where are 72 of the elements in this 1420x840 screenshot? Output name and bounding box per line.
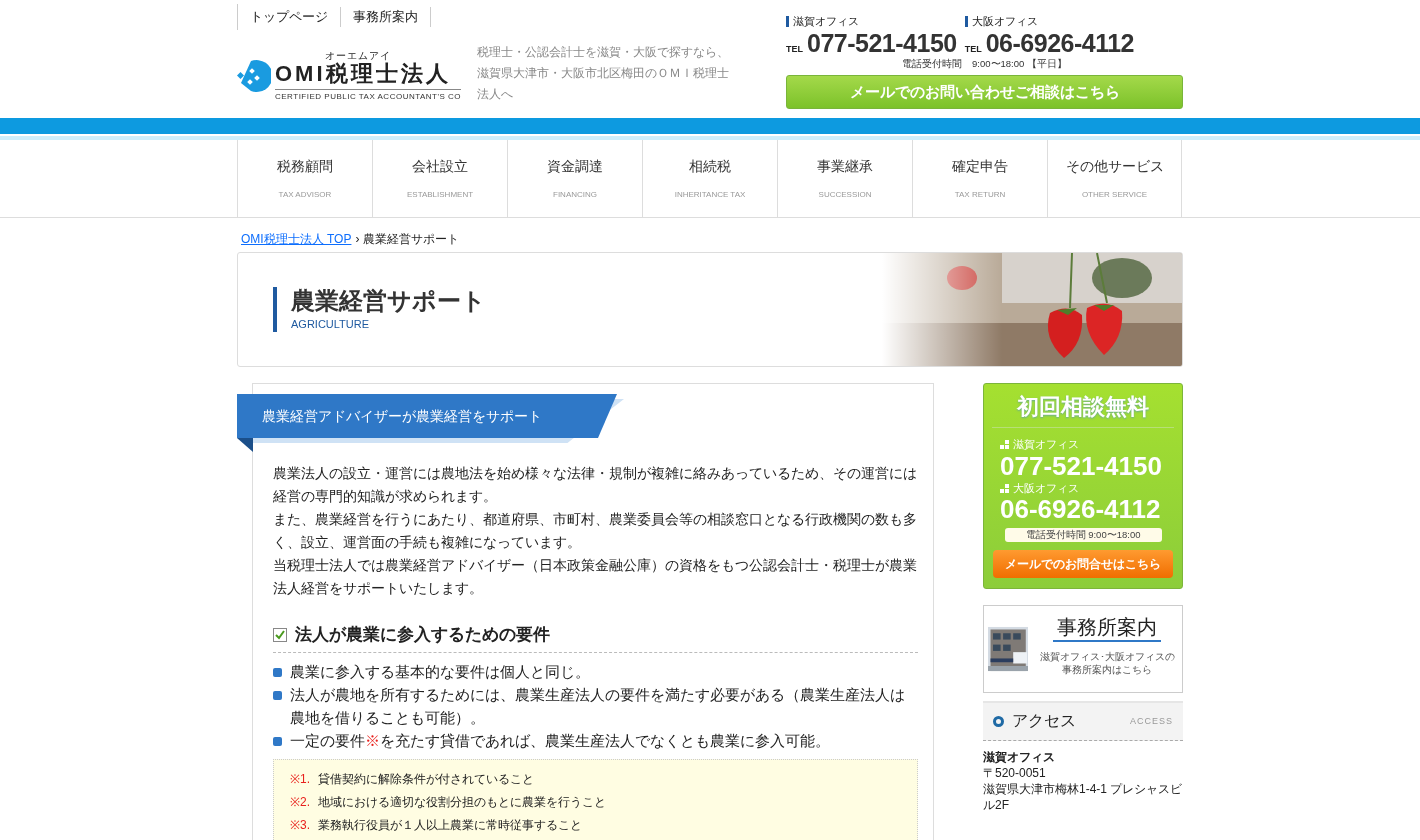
office-name: 滋賀オフィス [1013,437,1079,452]
office-guide-banner[interactable]: 事務所案内 滋賀オフィス･大阪オフィスの事務所案内はこちら [983,604,1183,693]
nav-label: 相続税 [689,157,731,176]
nav-sublabel: OTHER SERVICE [1081,189,1148,201]
nav-tab[interactable]: 確定申告 TAX RETURN [912,140,1047,217]
note-text: 業務執行役員が１人以上農業に常時従事すること [318,816,582,834]
tel-label: TEL [964,43,982,56]
nav-link[interactable]: トップページ [238,7,341,27]
nav-tab[interactable]: 会社設立 ESTABLISHMENT [372,140,507,217]
page-title: 農業経営サポート [291,286,486,316]
address-text: 滋賀県大津市梅林1-4-1 プレシャスビル2F [983,780,1183,813]
breadcrumb-link[interactable]: OMI税理士法人 TOP [241,230,352,248]
nav-label: 事業継承 [817,157,873,176]
access-title: アクセス [1012,711,1076,732]
logo-name: OMI税理士法人 [275,63,452,85]
access-sublabel: ACCESS [1130,714,1173,728]
nav-sublabel: TAX ADVISOR [278,189,332,201]
nav-tab[interactable]: 資金調達 FINANCING [507,140,642,217]
bullet-icon [273,667,282,677]
logo-icon [237,58,271,93]
page-subtitle: AGRICULTURE [291,316,371,332]
hours-text: 電話受付時間 9:00〜18:00 [1004,527,1162,542]
note-text: 貸借契約に解除条件が付されていること [318,770,534,788]
note-text: 地域における適切な役割分担のもとに農業を行うこと [318,793,606,811]
nav-label: 確定申告 [952,157,1008,176]
note-marker: ※1. [290,770,310,788]
circle-icon [993,715,1004,727]
nav-sublabel: TAX RETURN [954,189,1006,201]
note-marker: ※3. [290,816,310,834]
office-name: 大阪オフィス [964,16,1134,27]
note-marker: ※2. [290,793,310,811]
phone-number: 06-6926-4112 [985,31,1134,56]
office-guide-title: 事務所案内 [1053,613,1162,642]
square-dots-icon [1000,483,1009,493]
postal-code: 〒520-0051 [983,764,1047,781]
square-dots-icon [1000,439,1009,449]
logo-tagline: CERTIFIED PUBLIC TAX ACCOUNTANT'S CO [275,89,462,103]
nav-label: 税務顧問 [277,157,333,176]
nav-sublabel: ESTABLISHMENT [406,189,474,201]
tel-label: TEL [786,43,803,56]
office-name: 滋賀オフィス [983,748,1056,765]
nav-sublabel: FINANCING [553,189,597,201]
nav-sublabel: SUCCESSION [818,189,872,201]
nav-sublabel: INHERITANCE TAX [674,189,746,201]
nav-tab[interactable]: 税務顧問 TAX ADVISOR [237,140,372,217]
nav-tab[interactable]: 事業継承 SUCCESSION [777,140,912,217]
intro-text: 税理士・公認会計士を滋賀・大阪で探すなら、滋賀県大津市・大阪市北区梅田のＯＭＩ税理士法人へ [477,44,731,103]
nav-label: その他サービス [1065,157,1164,176]
consult-title: 初回相談無料 [992,390,1174,428]
breadcrumb-separator: › [355,231,360,248]
requirement-text: 法人が農地を所有するためには、農業生産法人の要件を満たす必要がある（農業生産法人は農地を借りることも可能）。 [290,685,906,728]
office-name: 滋賀オフィス [786,16,957,27]
bullet-icon [273,736,282,746]
breadcrumb-current: 農業経営サポート [363,231,460,248]
phone-number: 06-6926-4112 [1000,496,1162,524]
requirement-text: 農業に参入する基本的な要件は個人と同じ。 [290,662,590,682]
section-heading: 農業経営アドバイザーが農業経営をサポート [237,394,617,438]
office-name: 大阪オフィス [1013,480,1079,496]
nav-label: 会社設立 [412,157,468,176]
phone-number: 077-521-4150 [807,31,957,56]
office-guide-caption: 滋賀オフィス･大阪オフィスの事務所案内はこちら [1038,649,1176,677]
nav-link[interactable]: 事務所案内 [341,7,431,27]
bullet-icon [273,690,282,700]
requirement-text: 一定の要件※を充たす貸借であれば、農業生産法人でなくとも農業に参入可能。 [290,731,830,751]
nav-tab[interactable]: 相続税 INHERITANCE TAX [642,140,777,217]
phone-number: 077-521-4150 [1000,452,1163,480]
body-paragraph: 農業法人の設立・運営には農地法を始め様々な法律・規制が複雑に絡みあっているため、その運営には経営の専門的知識が求められます。 また、農業経営を行うにあたり、都道府県、市町村、農業委員会等の相談窓口となる行政機関の数も多く、設立、運営面の手続も複雑になっています。 当税理士法人では農業経営アドバイザー（日本政策金融公庫）の資格をもつ公認会計士・税理士が農業法人経営をサポートいたします。 [273,464,918,598]
nav-label: 資金調達 [547,157,603,176]
logo-kana: オーエムアイ [325,49,392,62]
hours-text: 電話受付時間 9:00〜18:00 【平日】 [901,56,1068,71]
subheading-text: 法人が農業に参入するための要件 [295,624,550,646]
nav-tab[interactable]: その他サービス OTHER SERVICE [1047,140,1182,217]
